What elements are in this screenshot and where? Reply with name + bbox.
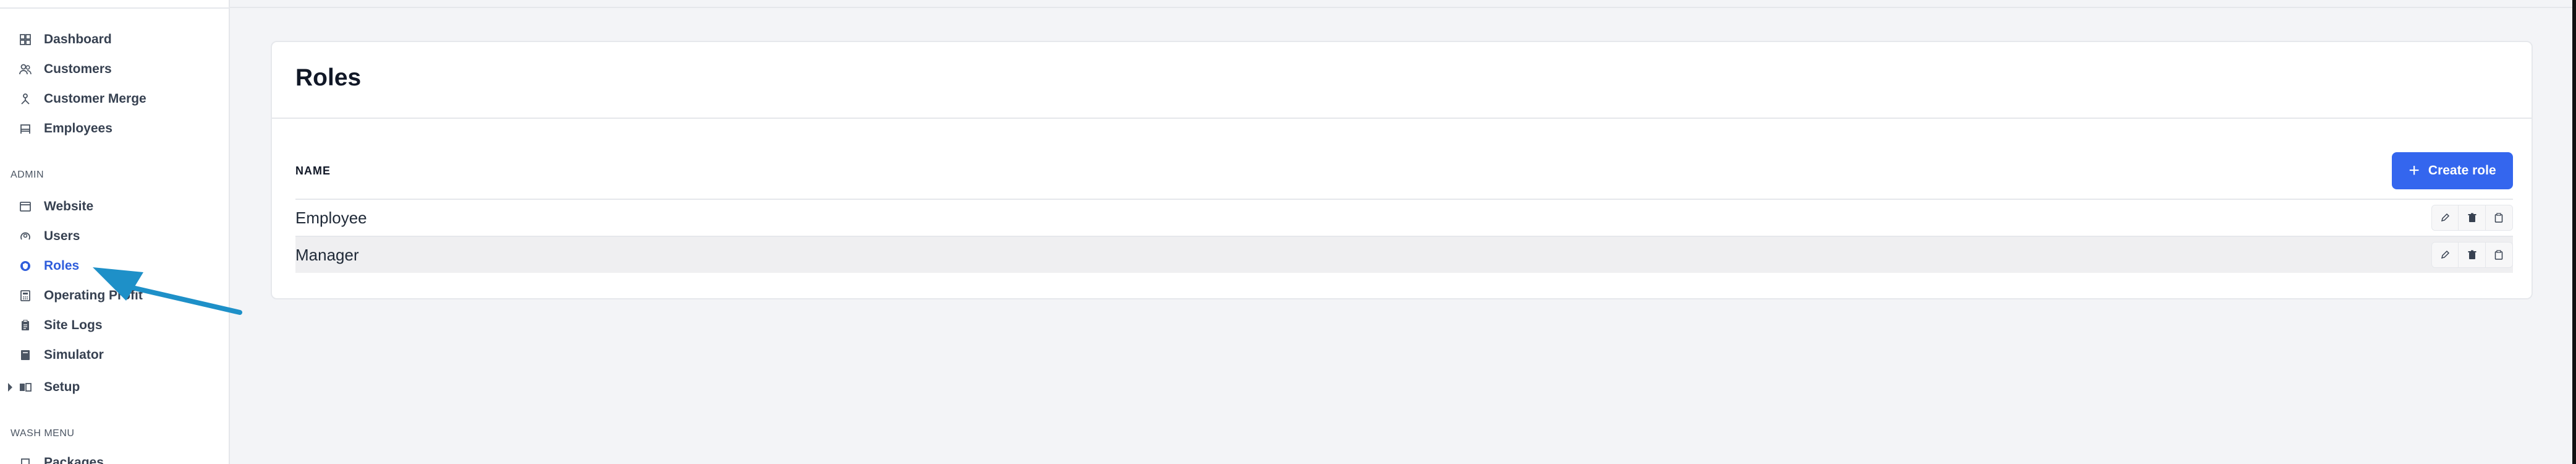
sidebar-item-label: Users [44, 229, 80, 243]
sidebar-divider [0, 7, 230, 9]
sidebar-item-label: Employees [44, 121, 112, 135]
roles-card: Roles NAME + Create role Employee Manage… [271, 41, 2533, 299]
role-name: Manager [295, 245, 359, 264]
sidebar-item-site-logs[interactable]: Site Logs [0, 313, 230, 338]
create-role-button[interactable]: + Create role [2392, 152, 2513, 189]
employees-icon [19, 122, 32, 135]
sidebar-item-packages[interactable]: Packages [0, 450, 230, 464]
sidebar-item-label: Setup [44, 380, 80, 394]
edit-icon[interactable] [2432, 205, 2459, 230]
sidebar-item-simulator[interactable]: Simulator [0, 343, 230, 367]
window-edge [2572, 0, 2576, 464]
sidebar: Dashboard Customers Customer Merge Emplo… [0, 0, 230, 464]
trash-icon[interactable] [2459, 243, 2486, 267]
browser-icon [19, 200, 32, 213]
sidebar-item-label: Site Logs [44, 318, 103, 332]
sidebar-item-dashboard[interactable]: Dashboard [0, 27, 230, 52]
copy-icon[interactable] [2486, 243, 2512, 267]
sidebar-item-operating-profit[interactable]: Operating Profit [0, 283, 230, 308]
sidebar-item-employees[interactable]: Employees [0, 116, 230, 141]
sidebar-item-label: Customers [44, 62, 112, 76]
trash-icon[interactable] [2459, 205, 2486, 230]
role-name: Employee [295, 208, 367, 227]
row-actions [2431, 242, 2513, 268]
sidebar-item-label: Website [44, 199, 94, 213]
sidebar-item-label: Packages [44, 455, 104, 464]
page-title: Roles [295, 64, 362, 91]
shield-icon [19, 259, 32, 273]
simulator-icon [19, 348, 32, 362]
sidebar-item-users[interactable]: Users [0, 224, 230, 249]
copy-icon[interactable] [2486, 205, 2512, 230]
top-bar [230, 0, 2576, 8]
package-icon [19, 456, 32, 464]
sidebar-item-label: Roles [44, 259, 80, 273]
section-label-wash-menu: WASH MENU [11, 428, 75, 439]
sidebar-item-setup[interactable]: Setup [0, 375, 230, 400]
row-actions [2431, 205, 2513, 231]
calculator-icon [19, 289, 32, 303]
user-icon [19, 230, 32, 243]
card-divider [272, 118, 2532, 119]
edit-icon[interactable] [2432, 243, 2459, 267]
section-label-admin: ADMIN [11, 170, 44, 180]
sidebar-item-label: Operating Profit [44, 288, 143, 303]
plus-icon: + [2409, 160, 2420, 181]
dashboard-icon [19, 33, 32, 46]
sidebar-item-roles[interactable]: Roles [0, 254, 230, 278]
column-header-name[interactable]: NAME [295, 165, 331, 178]
clipboard-icon [19, 319, 32, 332]
sidebar-item-label: Simulator [44, 348, 104, 362]
sidebar-item-customer-merge[interactable]: Customer Merge [0, 87, 230, 111]
chevron-right-icon[interactable] [8, 383, 12, 392]
merge-icon [19, 92, 32, 106]
table-row[interactable]: Manager [295, 236, 2513, 273]
create-role-label: Create role [2428, 163, 2496, 178]
setup-icon [19, 380, 32, 394]
sidebar-item-customers[interactable]: Customers [0, 57, 230, 82]
users-icon [19, 62, 32, 76]
table-row[interactable]: Employee [295, 199, 2513, 236]
sidebar-item-website[interactable]: Website [0, 194, 230, 219]
sidebar-item-label: Dashboard [44, 32, 112, 46]
sidebar-item-label: Customer Merge [44, 92, 146, 106]
